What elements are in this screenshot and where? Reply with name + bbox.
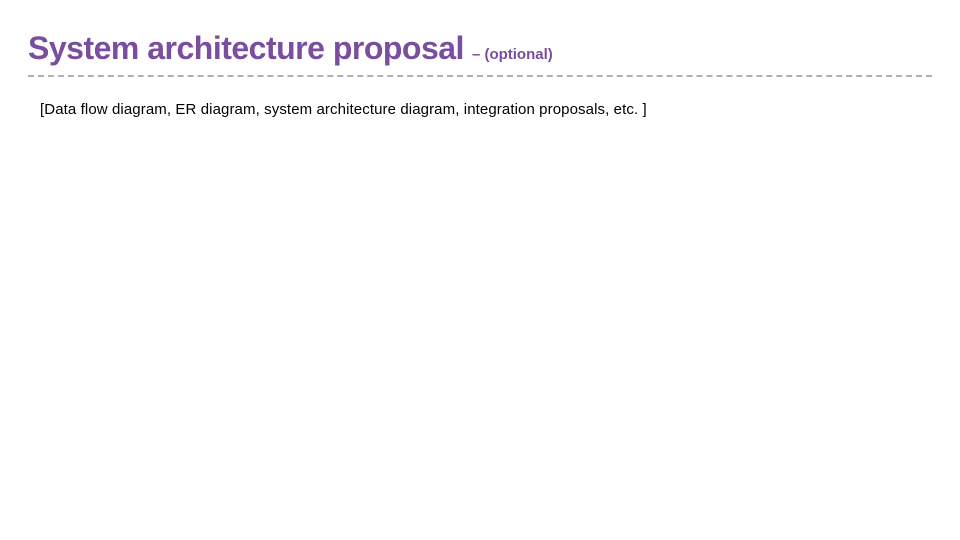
heading-divider	[28, 75, 932, 77]
body-placeholder: [Data flow diagram, ER diagram, system a…	[28, 101, 932, 118]
page-title: System architecture proposal	[28, 30, 464, 67]
heading-row: System architecture proposal – (optional…	[28, 30, 932, 73]
page-subtitle: – (optional)	[472, 46, 553, 63]
